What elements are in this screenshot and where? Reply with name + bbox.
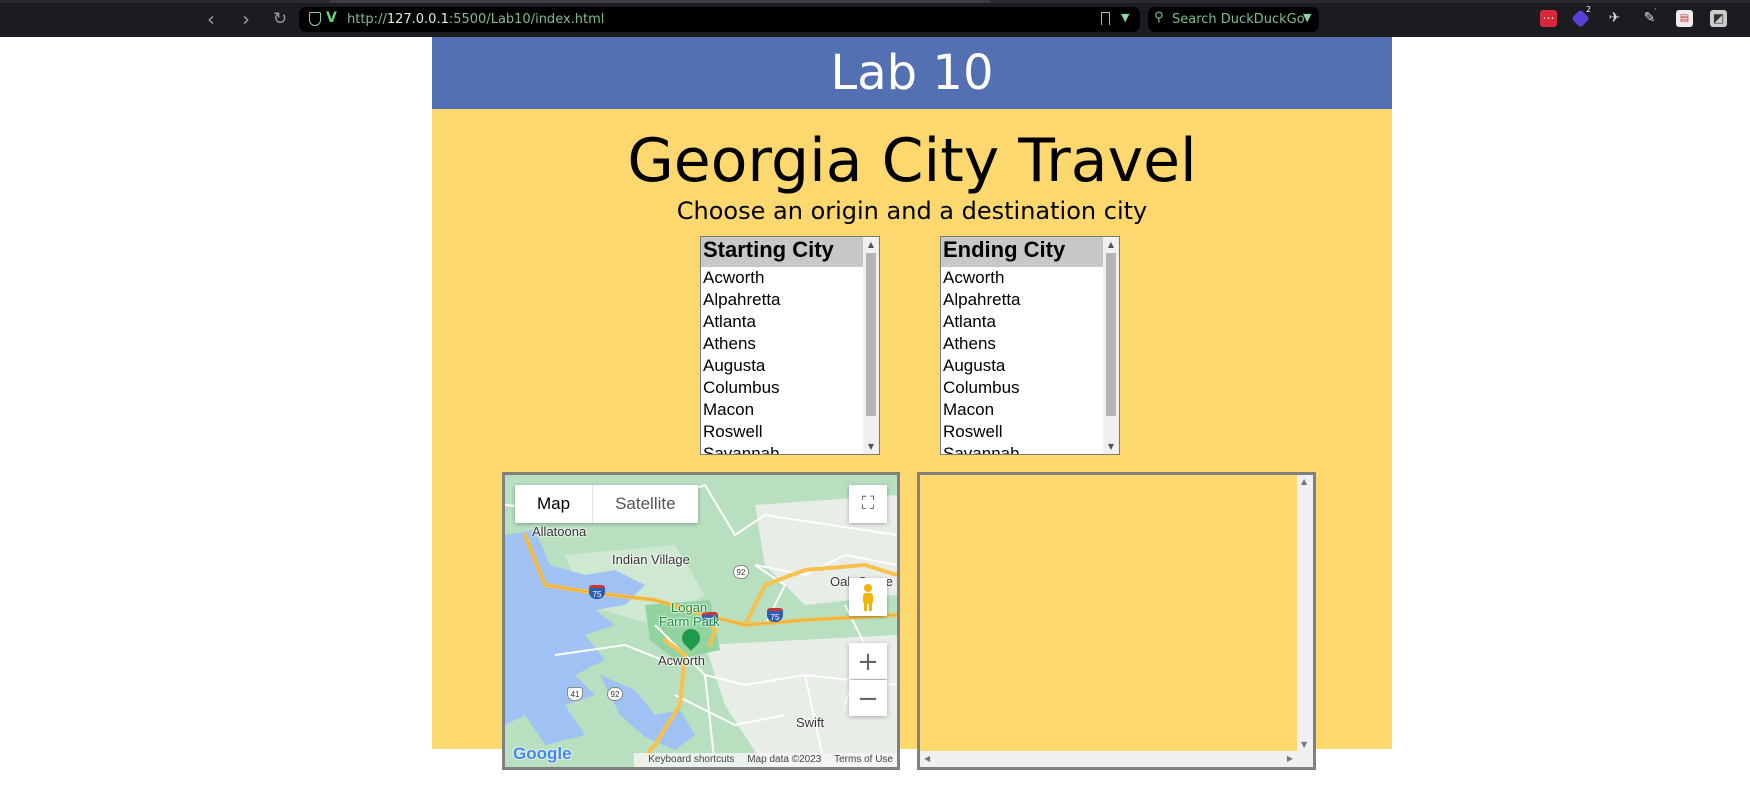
starting-city-select[interactable]: Starting City Acworth Alpahretta Atlanta… [700,236,880,455]
ending-city-option[interactable]: Augusta [943,355,1103,377]
ending-city-option[interactable]: Macon [943,399,1103,421]
starting-city-option[interactable]: Augusta [703,355,863,377]
scroll-down-arrow-icon[interactable]: ▼ [863,442,879,451]
interstate-75-shield-icon: 75 [589,585,605,599]
interstate-75-shield-icon: 75 [767,608,783,622]
page-subtitle: Choose an origin and a destination city [676,197,1148,225]
scroll-right-arrow-icon[interactable]: ▶ [1287,754,1293,763]
ga-92-shield-icon: 92 [733,565,749,579]
us-41-shield-icon: 41 [567,687,583,701]
starting-city-scrollbar[interactable]: ▲ ▼ [863,237,879,454]
url-path: :5500/Lab10/index.html [448,12,605,27]
runner-extension-icon[interactable]: ✈ [1606,10,1623,27]
starting-city-group-label: Starting City [701,237,863,267]
ending-city-select[interactable]: Ending City Acworth Alpahretta Atlanta A… [940,236,1120,455]
scroll-up-arrow-icon[interactable]: ▲ [1103,240,1119,249]
map-type-satellite-button[interactable]: Satellite [592,485,697,523]
ending-city-option[interactable]: Roswell [943,421,1103,443]
reader-extension-icon[interactable]: ◩ [1710,10,1727,27]
bookmark-icon[interactable] [1101,12,1110,25]
page-title: Georgia City Travel [627,126,1197,196]
active-tab[interactable] [330,0,990,3]
shield-icon[interactable] [309,12,321,26]
street-view-pegman-icon[interactable] [849,578,887,616]
url-bar[interactable]: V http://127.0.0.1:5500/Lab10/index.html… [299,7,1140,32]
google-logo: Google [513,744,572,764]
password-extension-icon[interactable]: ⋯ [1540,10,1557,27]
map-data-attribution: Map data ©2023 [747,754,822,765]
search-bar[interactable]: ⚲ Search DuckDuckGo ▼ [1148,7,1319,32]
forward-icon[interactable]: › [235,8,257,30]
map-type-control: Map Satellite [515,485,698,523]
extension-badge: 2 [1584,5,1594,15]
chevron-down-icon[interactable]: ▼ [1121,11,1129,24]
map-label-logan-farm-park: Logan [671,600,708,615]
starting-city-option[interactable]: Atlanta [703,311,863,333]
pen-extension-badge: · [1652,5,1659,15]
google-map[interactable]: 75 75 75 41 92 92 Allatoona Indian Villa… [502,472,900,770]
url-text[interactable]: http://127.0.0.1:5500/Lab10/index.html [347,12,604,27]
starting-city-option[interactable]: Athens [703,333,863,355]
directions-horizontal-scrollbar[interactable]: ◀ ▶ [920,751,1313,767]
starting-city-option[interactable]: Roswell [703,421,863,443]
back-icon[interactable]: ‹ [200,8,222,30]
scroll-down-arrow-icon[interactable]: ▼ [1103,442,1119,451]
starting-city-option[interactable]: Columbus [703,377,863,399]
map-footer: Keyboard shortcuts Map data ©2023 Terms … [634,753,897,767]
url-host: 127.0.0.1 [386,12,449,27]
starting-city-option[interactable]: Alpahretta [703,289,863,311]
directions-panel[interactable]: ▲ ▼ ◀ ▶ [917,472,1316,770]
ga-92-shield-icon: 92 [607,687,623,701]
map-label-indian-village: Indian Village [612,552,690,567]
url-prefix: http:// [347,12,387,27]
keyboard-shortcuts-link[interactable]: Keyboard shortcuts [648,754,734,765]
scroll-left-arrow-icon[interactable]: ◀ [924,754,930,763]
search-icon: ⚲ [1154,10,1164,25]
fullscreen-icon[interactable]: ⛶ [849,485,887,523]
ending-city-option[interactable]: Athens [943,333,1103,355]
scroll-up-arrow-icon[interactable]: ▲ [863,240,879,249]
scroll-down-arrow-icon[interactable]: ▼ [1301,740,1307,749]
scrollbar-thumb[interactable] [1106,253,1116,416]
ending-city-options: Acworth Alpahretta Atlanta Athens August… [943,267,1103,454]
tab-strip [0,0,1750,3]
ending-city-option[interactable]: Acworth [943,267,1103,289]
map-label-allatoona: Allatoona [532,524,587,539]
map-label-logan-farm-park-line2: Farm Park [659,614,720,629]
browser-toolbar: ‹ › ↻ V http://127.0.0.1:5500/Lab10/inde… [0,0,1750,37]
starting-city-option[interactable]: Savannah [703,443,863,454]
scrollbar-thumb[interactable] [866,253,876,416]
calendar-extension-icon[interactable]: ▤ [1676,10,1693,27]
ending-city-option[interactable]: Alpahretta [943,289,1103,311]
zoom-out-icon[interactable]: − [849,680,887,716]
scroll-up-arrow-icon[interactable]: ▲ [1301,477,1307,486]
map-label-acworth: Acworth [658,653,705,668]
lab-header: Lab 10 [432,37,1392,109]
starting-city-option[interactable]: Macon [703,399,863,421]
search-input[interactable]: Search DuckDuckGo [1172,12,1305,27]
ending-city-scrollbar[interactable]: ▲ ▼ [1103,237,1119,454]
ending-city-option[interactable]: Atlanta [943,311,1103,333]
ending-city-group-label: Ending City [941,237,1103,267]
google-logo-text: Google [513,744,572,763]
zoom-in-icon[interactable]: + [849,643,887,679]
map-type-map-button[interactable]: Map [515,485,592,523]
reload-icon[interactable]: ↻ [269,8,291,30]
vivaldi-icon: V [326,10,337,26]
starting-city-options: Acworth Alpahretta Atlanta Athens August… [703,267,863,454]
ending-city-option[interactable]: Columbus [943,377,1103,399]
ending-city-option[interactable]: Savannah [943,443,1103,454]
starting-city-option[interactable]: Acworth [703,267,863,289]
terms-of-use-link[interactable]: Terms of Use [834,754,893,765]
search-engine-dropdown-icon[interactable]: ▼ [1303,11,1311,24]
directions-vertical-scrollbar[interactable]: ▲ ▼ [1297,475,1313,751]
map-label-swift: Swift [796,715,825,730]
